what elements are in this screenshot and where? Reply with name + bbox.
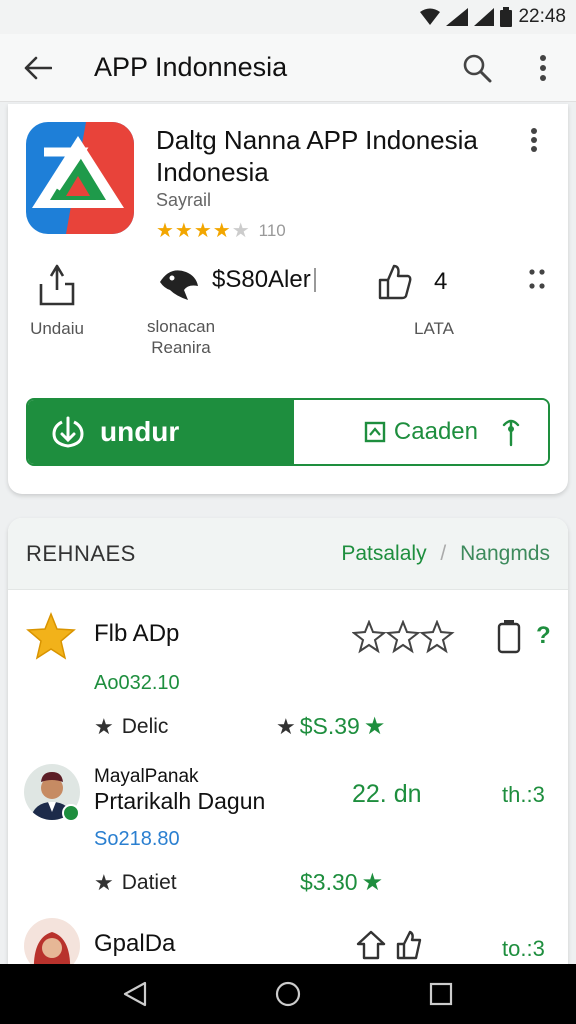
star-icon: ★	[94, 870, 114, 895]
fish-icon	[160, 270, 198, 300]
verified-badge-icon	[62, 804, 80, 822]
item-meta-label: Datiet	[121, 871, 177, 894]
item-side-value: th.:3	[502, 782, 545, 807]
star-icon: ★	[363, 713, 386, 740]
app-rating: ★★★★★ 110	[156, 218, 286, 243]
pin-icon	[502, 419, 520, 447]
stat-likes-label: LATA	[414, 319, 454, 338]
item-subtitle: So218.80	[94, 828, 180, 850]
install-button[interactable]: undur	[28, 400, 294, 464]
arrow-up-icon[interactable]	[356, 930, 386, 960]
thumbs-up-icon[interactable]	[396, 930, 424, 960]
dots-icon	[529, 269, 545, 289]
rating-count: 110	[258, 220, 286, 240]
rating-stars: ★★★★★	[156, 220, 251, 242]
search-button[interactable]	[444, 34, 510, 102]
section-header: REHNAES Patsalaly / Nangmds	[8, 518, 568, 590]
battery-icon	[500, 7, 513, 27]
card-more-button[interactable]	[530, 128, 550, 156]
stat-reviews-label: slonacan	[146, 317, 216, 336]
stat-divider	[314, 268, 316, 292]
overflow-menu-button[interactable]	[510, 34, 576, 102]
wishlist-label: Caaden	[393, 418, 478, 445]
wishlist-button[interactable]: Caaden	[294, 400, 548, 464]
item-price-value: $S.39	[299, 713, 360, 739]
item-subtitle: Ao032.10	[94, 672, 180, 694]
stat-download[interactable]: Undaiu	[22, 264, 92, 339]
developer-name[interactable]: Sayrail	[156, 190, 211, 211]
system-nav-bar	[0, 964, 576, 1024]
home-circle-icon[interactable]	[274, 980, 302, 1008]
item-price: $3.30 ★	[300, 868, 383, 897]
list-card: REHNAES Patsalaly / Nangmds Flb ADp Ao03…	[8, 518, 568, 978]
app-name: Daltg Nanna APP Indonesia Indonesia	[156, 125, 478, 187]
star-icon	[26, 612, 76, 660]
item-mid-value: 22. dn	[352, 780, 422, 808]
stat-price: $S80Aler	[212, 266, 311, 293]
app-bar: APP Indonnesia	[0, 34, 576, 102]
stat-reviews-sublabel: Reanira	[151, 338, 211, 357]
item-title: GpalDa	[94, 930, 176, 957]
page-title: APP Indonnesia	[94, 52, 288, 82]
item-side-value: to.:3	[502, 936, 545, 961]
signal-icon	[446, 8, 469, 26]
phone-icon[interactable]	[496, 620, 522, 654]
section-link-separator: /	[440, 541, 447, 565]
item-meta: ★ Delic	[94, 714, 168, 740]
item-price-value: $3.30	[300, 869, 358, 895]
wifi-icon	[420, 8, 441, 26]
thumbs-up-icon	[378, 264, 412, 300]
star-outline-icon	[351, 619, 455, 654]
download-icon	[52, 416, 84, 448]
share-icon	[39, 264, 75, 306]
star-icon: ★	[94, 714, 114, 739]
status-time: 22:48	[518, 6, 566, 27]
search-icon	[463, 54, 492, 82]
status-bar: 22:48	[0, 0, 576, 34]
stat-more-button[interactable]	[528, 268, 548, 292]
item-title: Prtarikalh Dagun	[94, 788, 266, 814]
recents-square-icon[interactable]	[429, 982, 453, 1006]
list-item[interactable]: Flb ADp Ao032.10 ? ★ Delic ★ $S.39 ★	[8, 590, 568, 740]
signal-icon-2	[474, 8, 495, 26]
item-rating-stars[interactable]	[351, 619, 456, 659]
star-icon: ★	[361, 869, 384, 896]
list-item[interactable]: MayalPanak Prtarikalh Dagun 22. dn th.:3…	[8, 748, 568, 898]
item-title: Flb ADp	[94, 620, 180, 647]
section-link-primary[interactable]: Patsalaly	[341, 542, 426, 565]
back-button[interactable]	[0, 34, 76, 102]
section-title: REHNAES	[26, 540, 136, 566]
section-link-secondary[interactable]: Nangmds	[460, 542, 550, 565]
item-meta: ★ Datiet	[94, 870, 177, 896]
item-side-value: ?	[536, 622, 551, 649]
action-buttons: undur Caaden	[26, 398, 550, 466]
stat-likes[interactable]: 4 LATA	[378, 264, 478, 339]
item-price: ★ $S.39 ★	[276, 712, 385, 741]
arrow-left-icon	[24, 56, 52, 79]
more-vert-icon	[531, 128, 537, 152]
back-triangle-icon[interactable]	[123, 981, 147, 1007]
install-label: undur	[100, 416, 180, 447]
star-icon: ★	[276, 713, 296, 739]
app-detail-card: Daltg Nanna APP Indonesia Indonesia Sayr…	[8, 104, 568, 494]
more-vert-icon	[540, 54, 546, 81]
item-meta-label: Delic	[121, 715, 169, 738]
bookmark-icon	[364, 421, 386, 443]
item-title-small: MayalPanak	[94, 766, 199, 787]
stat-download-label: Undaiu	[30, 319, 84, 338]
stat-likes-value: 4	[434, 268, 448, 295]
app-logo-icon[interactable]	[26, 122, 134, 234]
section-links: Patsalaly / Nangmds	[341, 542, 550, 566]
